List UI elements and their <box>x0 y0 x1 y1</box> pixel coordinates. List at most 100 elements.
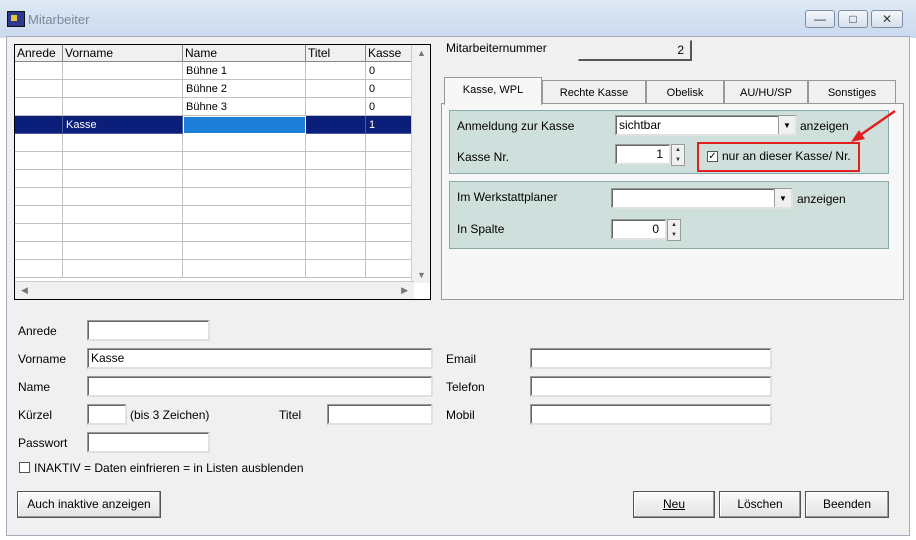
tab-au-hu-sp[interactable]: AU/HU/SP <box>724 80 808 104</box>
table-cell <box>306 80 366 98</box>
spalte-input[interactable]: 0 <box>611 219 667 240</box>
title-bar <box>0 0 916 38</box>
titel-label: Titel <box>279 408 302 422</box>
scroll-right-icon[interactable]: ▶ <box>401 285 408 296</box>
table-cell: Bühne 3 <box>183 98 306 116</box>
column-header[interactable]: Titel <box>306 45 366 62</box>
table-cell: 0 <box>366 62 412 80</box>
spalte-stepper[interactable]: ▲ ▼ <box>667 219 681 241</box>
kasse-nr-input[interactable]: 1 <box>615 144 671 165</box>
name-label: Name <box>18 380 51 394</box>
table-cell <box>63 152 183 170</box>
column-header[interactable]: Kasse <box>366 45 412 62</box>
kasse-nr-label: Kasse Nr. <box>457 150 510 164</box>
mobil-label: Mobil <box>446 408 475 422</box>
close-button[interactable]: ✕ <box>871 10 903 28</box>
table-cell <box>183 242 306 260</box>
anmeldung-kasse-select[interactable]: sichtbar ▼ <box>615 115 797 136</box>
table-cell <box>183 188 306 206</box>
werkstattplaner-select[interactable]: ▼ <box>611 188 793 209</box>
kasse-nr-stepper[interactable]: ▲ ▼ <box>671 144 685 166</box>
annotation-arrow-icon <box>851 109 896 142</box>
telefon-field[interactable] <box>530 376 772 397</box>
vorname-field[interactable]: Kasse <box>87 348 433 369</box>
tab-kasse-wpl[interactable]: Kasse, WPL <box>444 77 542 105</box>
table-cell <box>15 170 63 188</box>
show-inactive-button[interactable]: Auch inaktive anzeigen <box>17 491 161 518</box>
name-field[interactable] <box>87 376 433 397</box>
vorname-label: Vorname <box>18 352 67 366</box>
tab-rechte-kasse[interactable]: Rechte Kasse <box>542 80 646 104</box>
table-cell <box>63 170 183 188</box>
kuerzel-field[interactable] <box>87 404 127 425</box>
table-cell <box>63 242 183 260</box>
vertical-scrollbar[interactable]: ▲ ▼ <box>411 45 430 283</box>
scroll-up-icon[interactable]: ▲ <box>417 48 426 58</box>
table-cell <box>183 260 306 278</box>
table-cell <box>366 260 412 278</box>
nur-kasse-checkbox[interactable]: ✓ <box>707 151 718 162</box>
spalte-label: In Spalte <box>457 222 505 236</box>
anmeldung-kasse-label: Anmeldung zur Kasse <box>457 119 575 133</box>
tab-sonstiges[interactable]: Sonstiges <box>808 80 896 104</box>
table-cell <box>15 242 63 260</box>
column-header[interactable]: Vorname <box>63 45 183 62</box>
table-cell: 1 <box>366 116 412 134</box>
anrede-field[interactable] <box>87 320 210 341</box>
horizontal-scrollbar[interactable]: ◀ ▶ <box>15 281 414 299</box>
nur-kasse-label: nur an dieser Kasse/ Nr. <box>722 149 851 163</box>
column-header[interactable]: Anrede <box>15 45 63 62</box>
mitarbeiternummer-field: 2 <box>578 40 692 61</box>
table-cell: Kasse <box>63 116 183 134</box>
titel-field[interactable] <box>327 404 433 425</box>
werkstattplaner-anzeigen-label: anzeigen <box>797 192 846 206</box>
table-cell: Bühne 2 <box>183 80 306 98</box>
table-cell <box>15 98 63 116</box>
chevron-down-icon[interactable]: ▼ <box>774 189 791 207</box>
table-cell <box>15 224 63 242</box>
anrede-label: Anrede <box>18 324 57 338</box>
table-cell <box>306 242 366 260</box>
table-cell <box>63 188 183 206</box>
app-icon <box>7 11 25 27</box>
table-cell <box>15 116 63 134</box>
table-cell <box>306 260 366 278</box>
table-cell <box>15 62 63 80</box>
anmeldung-anzeigen-label: anzeigen <box>800 119 849 133</box>
minimize-button[interactable]: — <box>805 10 835 28</box>
table-cell <box>306 170 366 188</box>
table-cell: 0 <box>366 98 412 116</box>
table-cell <box>15 80 63 98</box>
table-cell: 0 <box>366 80 412 98</box>
table-cell <box>306 134 366 152</box>
table-cell <box>366 134 412 152</box>
table-cell <box>63 62 183 80</box>
delete-button[interactable]: Löschen <box>719 491 801 518</box>
window-title: Mitarbeiter <box>28 12 90 27</box>
column-header[interactable]: Name <box>183 45 306 62</box>
table-cell <box>366 170 412 188</box>
mobil-field[interactable] <box>530 404 772 425</box>
chevron-down-icon[interactable]: ▼ <box>778 116 795 134</box>
new-button[interactable]: Neu <box>633 491 715 518</box>
passwort-field[interactable] <box>87 432 210 453</box>
table-cell <box>15 188 63 206</box>
employee-grid[interactable]: Anrede Vorname Name Titel Kasse Bühne 1 0 Bühn… <box>14 44 431 300</box>
scroll-down-icon[interactable]: ▼ <box>417 270 426 280</box>
table-cell <box>15 260 63 278</box>
werkstattplaner-label: Im Werkstattplaner <box>457 190 558 204</box>
email-field[interactable] <box>530 348 772 369</box>
inaktiv-checkbox[interactable] <box>19 462 30 473</box>
scroll-left-icon[interactable]: ◀ <box>21 285 28 296</box>
table-cell <box>306 224 366 242</box>
table-cell <box>366 188 412 206</box>
table-cell <box>183 134 306 152</box>
table-cell <box>306 188 366 206</box>
tab-obelisk[interactable]: Obelisk <box>646 80 724 104</box>
kuerzel-label: Kürzel <box>18 408 53 422</box>
table-cell <box>306 152 366 170</box>
close-app-button[interactable]: Beenden <box>805 491 889 518</box>
email-label: Email <box>446 352 477 366</box>
table-cell <box>183 206 306 224</box>
maximize-button[interactable]: □ <box>838 10 868 28</box>
